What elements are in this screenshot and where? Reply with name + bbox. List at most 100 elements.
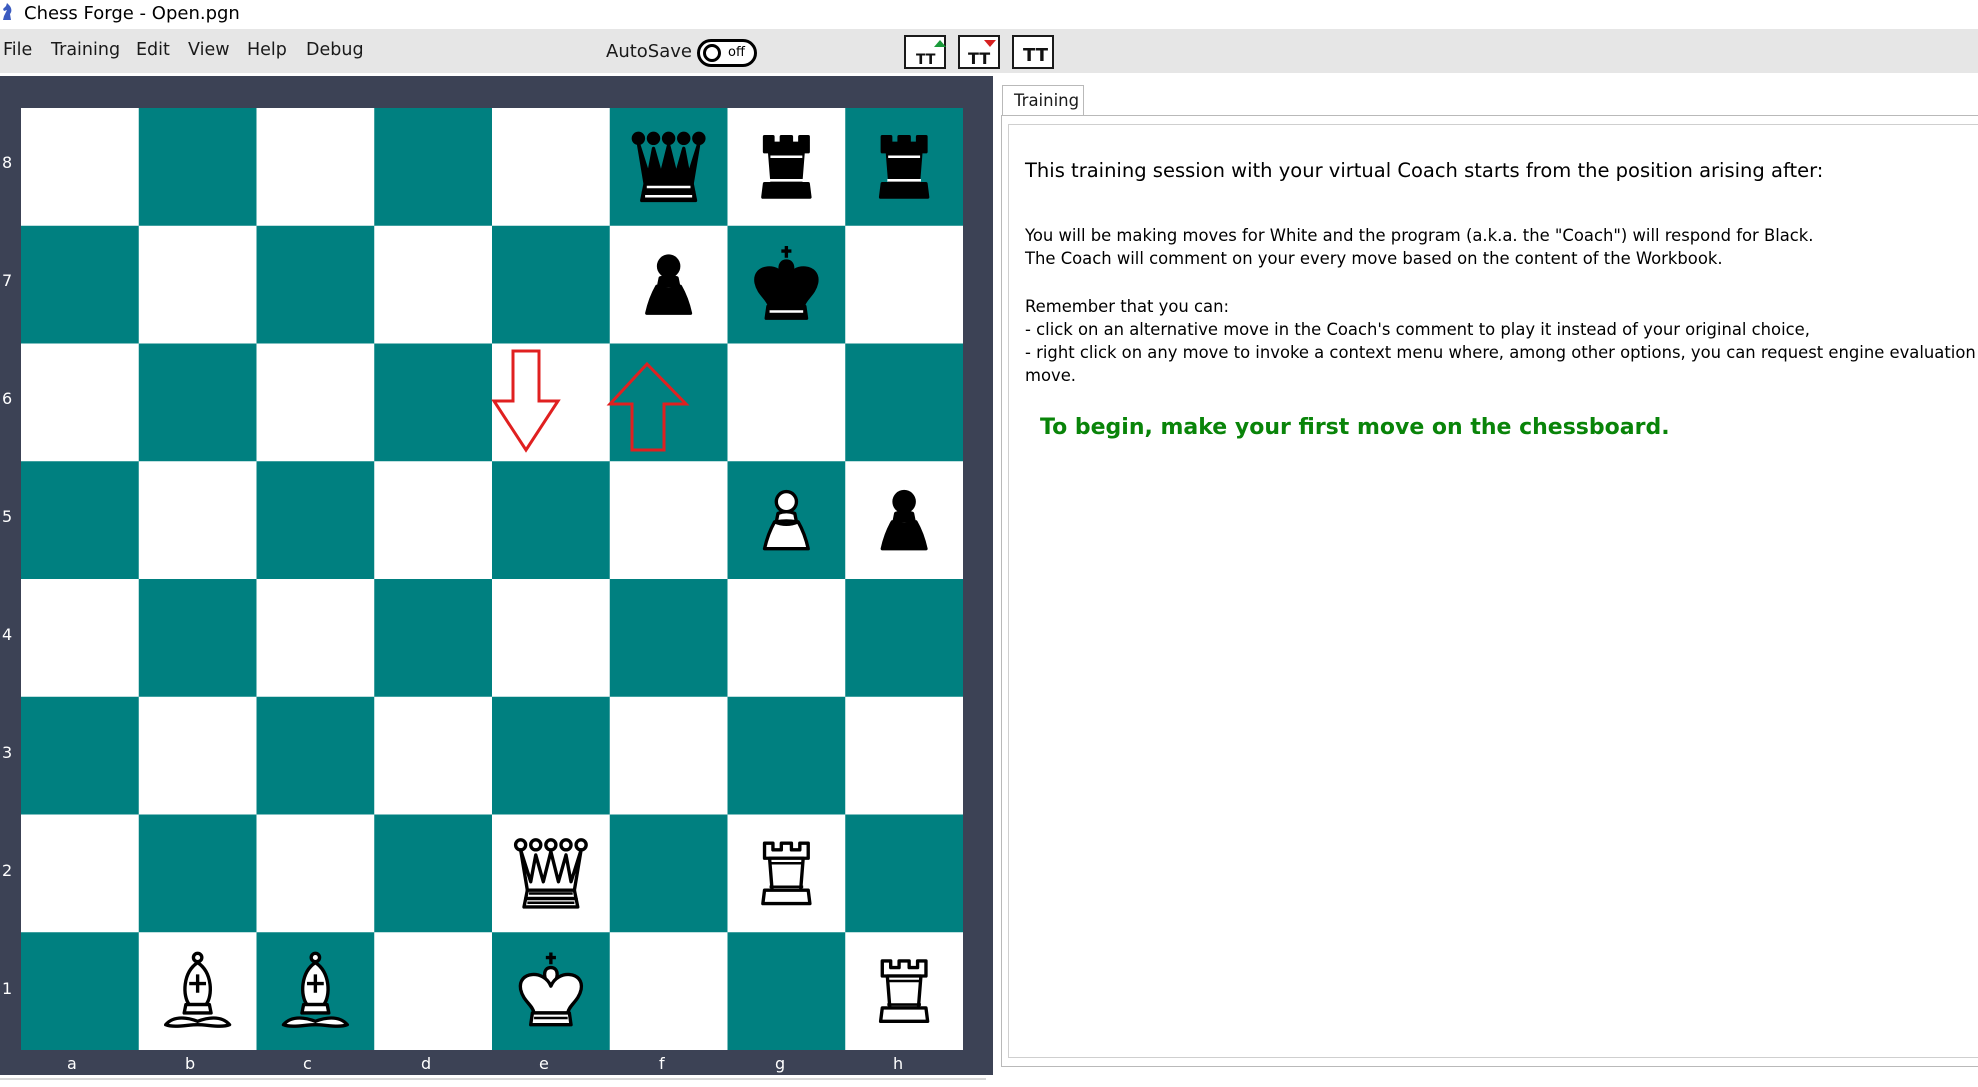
square-c8[interactable] <box>256 108 375 227</box>
square-c4[interactable] <box>256 579 375 698</box>
rank-label-5: 5 <box>2 507 13 526</box>
square-h4[interactable] <box>845 579 963 698</box>
square-d3[interactable] <box>374 696 493 815</box>
menu-file[interactable]: File <box>3 40 32 60</box>
menu-help[interactable]: Help <box>247 40 287 60</box>
square-f2[interactable] <box>609 814 728 933</box>
menu-view[interactable]: View <box>188 40 230 60</box>
rank-label-4: 4 <box>2 625 13 644</box>
autosave-label: AutoSave <box>606 41 692 62</box>
square-b3[interactable] <box>138 696 257 815</box>
square-f3[interactable] <box>609 696 728 815</box>
training-line: - right click on any move to invoke a co… <box>1025 343 1978 362</box>
square-b4[interactable] <box>138 579 257 698</box>
toggle-knob <box>703 44 721 62</box>
square-a3[interactable] <box>21 696 140 815</box>
menu-bar: File Training Edit View Help Debug AutoS… <box>0 29 1978 73</box>
square-d8[interactable] <box>374 108 493 227</box>
square-g1[interactable] <box>727 932 846 1050</box>
square-e4[interactable] <box>492 579 611 698</box>
square-c5[interactable] <box>256 461 375 580</box>
square-a8[interactable] <box>21 108 140 227</box>
square-b8[interactable] <box>138 108 257 227</box>
chessboard-panel <box>0 76 993 1075</box>
square-a2[interactable] <box>21 814 140 933</box>
rank-label-2: 2 <box>2 861 13 880</box>
svg-text:TT: TT <box>1023 45 1049 66</box>
chess-knight-app-icon <box>3 3 12 20</box>
square-c3[interactable] <box>256 696 375 815</box>
square-a4[interactable] <box>21 579 140 698</box>
square-e8[interactable] <box>492 108 611 227</box>
square-d7[interactable] <box>374 225 493 344</box>
file-label-g: g <box>775 1054 786 1073</box>
square-a1[interactable] <box>21 932 140 1050</box>
autosave-state: off <box>728 45 745 60</box>
file-label-a: a <box>67 1054 77 1073</box>
square-c6[interactable] <box>256 343 375 462</box>
begin-prompt: To begin, make your first move on the ch… <box>1040 415 1670 440</box>
square-a5[interactable] <box>21 461 140 580</box>
square-b7[interactable] <box>138 225 257 344</box>
square-f5[interactable] <box>609 461 728 580</box>
chessboard[interactable] <box>21 108 963 1050</box>
rank-label-8: 8 <box>2 153 13 172</box>
rank-label-7: 7 <box>2 271 13 290</box>
square-e3[interactable] <box>492 696 611 815</box>
square-d4[interactable] <box>374 579 493 698</box>
square-e5[interactable] <box>492 461 611 580</box>
increase-font-button[interactable]: TT <box>904 35 946 69</box>
fixed-font-button[interactable]: TT <box>1012 35 1054 69</box>
font-size-fixed-icon: TT <box>1023 45 1049 66</box>
square-h6[interactable] <box>845 343 963 462</box>
training-line: - click on an alternative move in the Co… <box>1025 320 1810 339</box>
square-b2[interactable] <box>138 814 257 933</box>
training-panel: This training session with your virtual … <box>1001 115 1978 1067</box>
file-label-f: f <box>659 1054 665 1073</box>
square-c2[interactable] <box>256 814 375 933</box>
menu-debug[interactable]: Debug <box>306 40 364 60</box>
autosave-toggle[interactable]: off <box>697 39 757 67</box>
square-d5[interactable] <box>374 461 493 580</box>
window-title: Chess Forge - Open.pgn <box>24 3 240 24</box>
square-c7[interactable] <box>256 225 375 344</box>
white-rook-g2[interactable] <box>761 841 812 906</box>
square-f1[interactable] <box>609 932 728 1050</box>
square-e7[interactable] <box>492 225 611 344</box>
decrease-font-button[interactable]: TT <box>958 35 1000 69</box>
svg-text:TT: TT <box>968 49 990 68</box>
white-rook-h1[interactable] <box>878 959 930 1024</box>
square-h7[interactable] <box>845 225 963 344</box>
square-g6[interactable] <box>727 343 846 462</box>
square-a6[interactable] <box>21 343 140 462</box>
square-g3[interactable] <box>727 696 846 815</box>
square-f4[interactable] <box>609 579 728 698</box>
training-view: This training session with your virtual … <box>1008 124 1978 1058</box>
rank-label-1: 1 <box>2 979 13 998</box>
square-h3[interactable] <box>845 696 963 815</box>
menu-edit[interactable]: Edit <box>136 40 170 60</box>
black-rook-h8[interactable] <box>878 134 930 199</box>
square-h2[interactable] <box>845 814 963 933</box>
rank-label-3: 3 <box>2 743 13 762</box>
tab-training[interactable]: Training <box>1002 85 1084 116</box>
square-e6[interactable] <box>492 343 611 462</box>
rank-label-6: 6 <box>2 389 13 408</box>
square-b6[interactable] <box>138 343 257 462</box>
square-d2[interactable] <box>374 814 493 933</box>
menu-training[interactable]: Training <box>51 40 120 60</box>
square-a7[interactable] <box>21 225 140 344</box>
training-intro: This training session with your virtual … <box>1025 159 1824 182</box>
black-rook-g8[interactable] <box>761 134 812 199</box>
square-g4[interactable] <box>727 579 846 698</box>
training-line: You will be making moves for White and t… <box>1025 226 1814 245</box>
square-d1[interactable] <box>374 932 493 1050</box>
file-label-b: b <box>185 1054 196 1073</box>
square-d6[interactable] <box>374 343 493 462</box>
font-size-decrease-icon: TT <box>968 40 996 68</box>
training-line: Remember that you can: <box>1025 297 1229 316</box>
training-line: The Coach will comment on your every mov… <box>1025 249 1723 268</box>
font-size-increase-icon: TT <box>916 40 946 68</box>
file-label-e: e <box>539 1054 549 1073</box>
square-b5[interactable] <box>138 461 257 580</box>
